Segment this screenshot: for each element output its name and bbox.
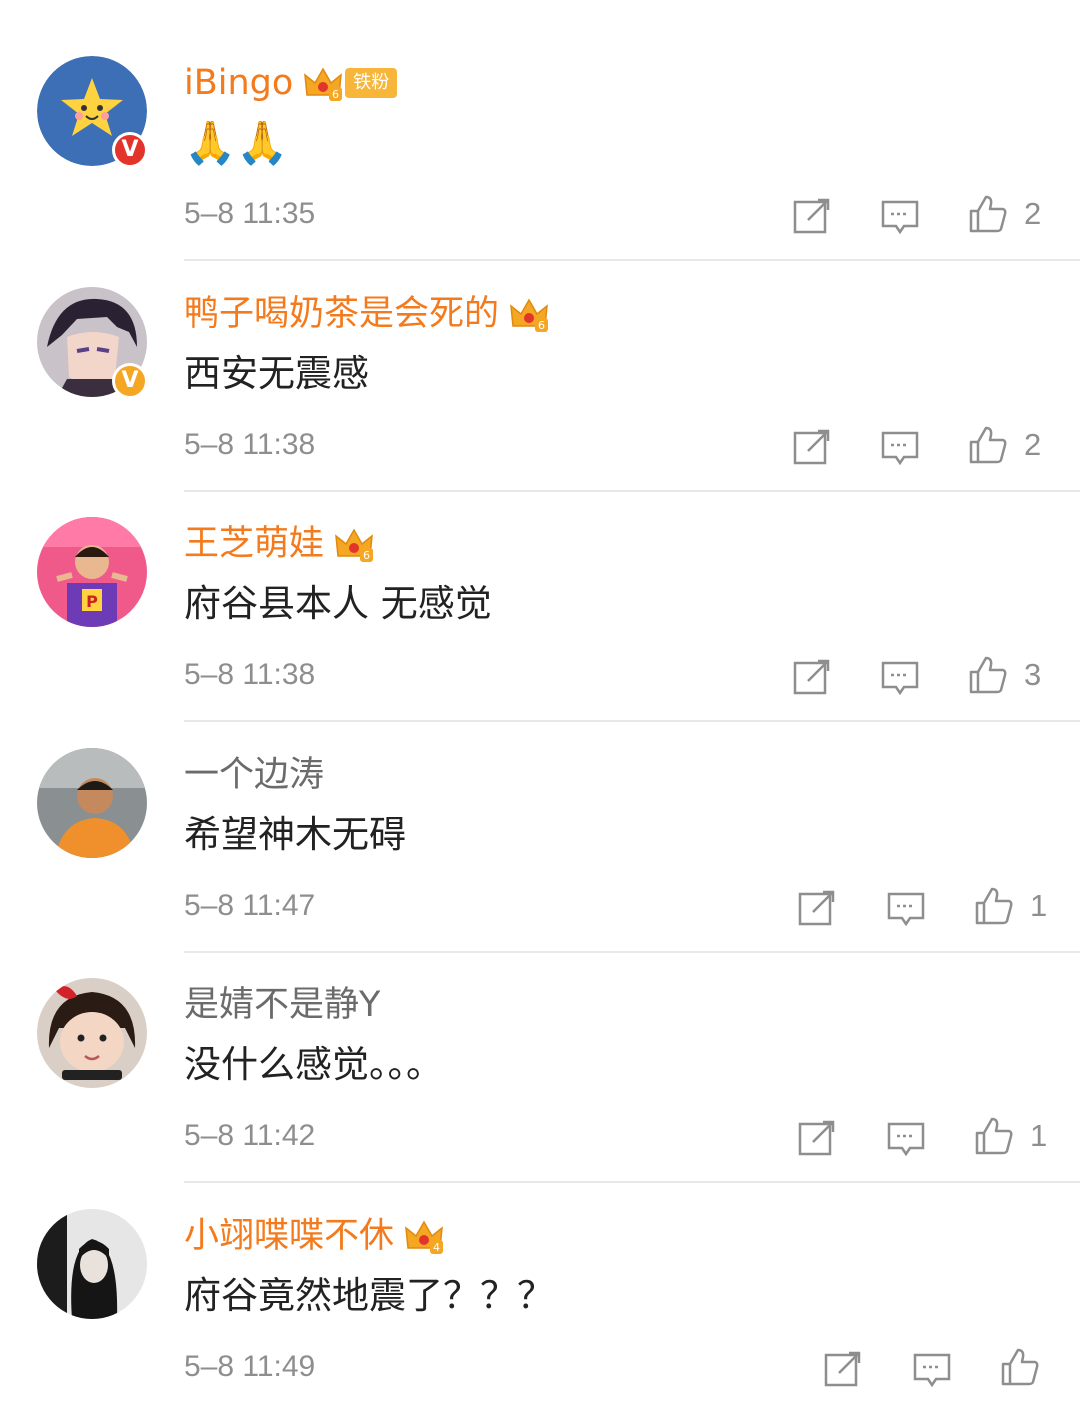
comment-icon[interactable] bbox=[912, 1349, 952, 1393]
avatar[interactable]: P bbox=[37, 517, 147, 627]
username[interactable]: 是婧不是静Y bbox=[184, 980, 380, 1030]
comment-time: 5–8 11:35 bbox=[184, 197, 316, 230]
avatar[interactable] bbox=[37, 978, 147, 1088]
username[interactable]: 一个边涛 bbox=[184, 750, 324, 800]
comment-item: 一个边涛 希望神木无碍 5–8 11:47 1 bbox=[0, 692, 1080, 953]
comment-text: 🙏🙏 bbox=[184, 118, 289, 167]
comment-text: 没什么感觉。。。 bbox=[184, 1043, 443, 1086]
thumbs-up-icon[interactable] bbox=[1000, 1347, 1040, 1391]
username[interactable]: 王芝萌娃 6 bbox=[184, 519, 374, 569]
verified-badge: V bbox=[112, 363, 148, 399]
svg-text:6: 6 bbox=[538, 319, 545, 332]
verified-badge: V bbox=[112, 132, 148, 168]
like-count: 3 bbox=[1024, 657, 1042, 692]
comment-text: 府谷县本人 无感觉 bbox=[184, 582, 492, 625]
username[interactable]: 鸭子喝奶茶是会死的 6 bbox=[184, 289, 549, 339]
crown-icon: 6 bbox=[509, 294, 549, 334]
crown-icon: 6 bbox=[334, 524, 374, 564]
comment-text: 希望神木无碍 bbox=[184, 813, 406, 856]
crown-icon: 6 bbox=[303, 63, 343, 103]
avatar[interactable] bbox=[37, 1209, 147, 1319]
comment-item: V iBingo 6 铁粉 🙏🙏 5–8 11:35 2 bbox=[0, 0, 1080, 261]
comment-item: P 王芝萌娃 6 府谷县本人 无感觉 5–8 11:38 3 bbox=[0, 461, 1080, 722]
svg-text:P: P bbox=[86, 592, 98, 611]
svg-text:6: 6 bbox=[363, 549, 370, 562]
svg-text:6: 6 bbox=[332, 88, 339, 101]
comment-item: 小翊喋喋不休 4 府谷竟然地震了？？？ 5–8 11:49 bbox=[0, 1153, 1080, 1388]
comment-item: 是婧不是静Y 没什么感觉。。。 5–8 11:42 1 bbox=[0, 922, 1080, 1183]
comment-time: 5–8 11:49 bbox=[184, 1350, 316, 1383]
like-count: 2 bbox=[1024, 196, 1042, 231]
avatar[interactable] bbox=[37, 748, 147, 858]
svg-text:4: 4 bbox=[433, 1241, 440, 1254]
share-icon[interactable] bbox=[823, 1349, 863, 1393]
comment-time: 5–8 11:42 bbox=[184, 1119, 316, 1152]
comment-text: 府谷竟然地震了？？？ bbox=[184, 1274, 554, 1317]
username[interactable]: 小翊喋喋不休 4 bbox=[184, 1211, 444, 1261]
like-count: 1 bbox=[1030, 1118, 1048, 1153]
fan-badge: 铁粉 bbox=[345, 68, 398, 98]
comment-text: 西安无震感 bbox=[184, 352, 369, 395]
crown-icon: 4 bbox=[404, 1216, 444, 1256]
comment-item: V 鸭子喝奶茶是会死的 6 西安无震感 5–8 11:38 2 bbox=[0, 231, 1080, 492]
username[interactable]: iBingo 6 铁粉 bbox=[184, 58, 398, 108]
comment-time: 5–8 11:38 bbox=[184, 658, 316, 691]
